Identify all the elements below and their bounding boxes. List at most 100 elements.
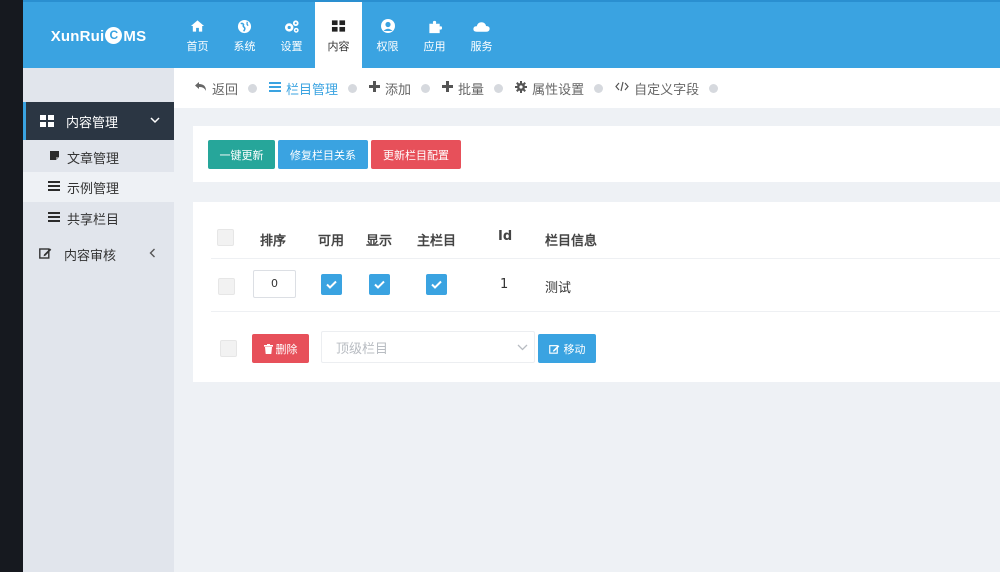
topnav-content-label: 内容 bbox=[327, 40, 350, 53]
sidebar-item-articles[interactable]: 文章管理 bbox=[23, 142, 174, 172]
crumb-label: 自定义字段 bbox=[634, 82, 700, 98]
topnav-services-label: 服务 bbox=[470, 40, 493, 53]
note-icon bbox=[47, 150, 61, 164]
grid-icon bbox=[331, 16, 346, 36]
move-button[interactable]: 移动 bbox=[538, 334, 596, 363]
select-placeholder: 顶级栏目 bbox=[336, 341, 389, 357]
display-toggle[interactable] bbox=[369, 274, 390, 295]
actions-panel: 一键更新 修复栏目关系 更新栏目配置 bbox=[193, 126, 1000, 182]
top-header: XunRui C MS 首页 系统 设置 内容 权限 应用 服务 bbox=[23, 0, 1000, 68]
crumb-back[interactable]: 返回 bbox=[194, 79, 238, 98]
sidebar-item-examples[interactable]: 示例管理 bbox=[23, 172, 174, 202]
crumb-category-management[interactable]: 栏目管理 bbox=[269, 79, 338, 98]
move-label: 移动 bbox=[563, 342, 586, 356]
update-all-button[interactable]: 一键更新 bbox=[208, 140, 275, 169]
delete-label: 删除 bbox=[275, 342, 298, 356]
list-icon bbox=[269, 81, 282, 95]
topnav-permissions-label: 权限 bbox=[376, 40, 399, 53]
app-window: XunRui C MS 首页 系统 设置 内容 权限 应用 服务 内容管理 文章… bbox=[23, 0, 1000, 572]
topnav-system[interactable]: 系统 bbox=[221, 2, 268, 68]
logo-text-post: MS bbox=[123, 27, 147, 45]
row-category-info[interactable]: 测试 bbox=[545, 277, 571, 296]
crumb-label: 返回 bbox=[212, 82, 239, 98]
column-header-display: 显示 bbox=[366, 234, 393, 249]
reply-icon bbox=[194, 81, 207, 95]
gears-icon bbox=[283, 16, 301, 36]
crumb-separator bbox=[248, 83, 258, 93]
user-circle-icon bbox=[380, 16, 396, 36]
order-input[interactable]: 0 bbox=[253, 270, 296, 298]
column-header-info: 栏目信息 bbox=[545, 234, 598, 249]
column-header-enabled: 可用 bbox=[318, 234, 345, 249]
sidebar-group-content-management[interactable]: 内容管理 bbox=[23, 102, 174, 140]
edit-icon bbox=[548, 344, 560, 354]
check-icon bbox=[374, 278, 385, 292]
column-header-main: 主栏目 bbox=[417, 234, 457, 249]
cog-icon bbox=[515, 80, 528, 96]
trash-icon bbox=[263, 343, 273, 354]
cloud-icon bbox=[472, 16, 491, 36]
crumb-label: 添加 bbox=[385, 82, 412, 98]
chevron-down-icon bbox=[150, 116, 160, 127]
crumb-label: 批量 bbox=[458, 82, 485, 98]
sidebar-group-label: 内容管理 bbox=[66, 115, 119, 131]
select-all-footer-checkbox[interactable] bbox=[220, 340, 237, 357]
crumb-separator bbox=[494, 83, 504, 93]
crumb-batch[interactable]: 批量 bbox=[442, 79, 484, 98]
logo-c-badge: C bbox=[105, 26, 123, 44]
divider bbox=[211, 258, 1000, 259]
sidebar-item-label: 示例管理 bbox=[67, 181, 120, 197]
brand-logo[interactable]: XunRui C MS bbox=[23, 2, 174, 70]
divider bbox=[211, 311, 1000, 312]
topnav-home-label: 首页 bbox=[186, 40, 209, 53]
topnav-apps-label: 应用 bbox=[423, 40, 446, 53]
sidebar-item-label: 文章管理 bbox=[67, 151, 120, 167]
enabled-toggle[interactable] bbox=[321, 274, 342, 295]
topnav-settings[interactable]: 设置 bbox=[268, 2, 315, 68]
sidebar-item-content-review[interactable]: 内容审核 bbox=[23, 239, 174, 269]
home-icon bbox=[190, 16, 205, 36]
repair-relations-button[interactable]: 修复栏目关系 bbox=[278, 140, 368, 169]
topnav-services[interactable]: 服务 bbox=[458, 2, 505, 68]
check-icon bbox=[326, 278, 337, 292]
crumb-attribute-settings[interactable]: 属性设置 bbox=[515, 79, 584, 98]
target-category-select[interactable]: 顶级栏目 bbox=[321, 331, 535, 363]
code-icon bbox=[615, 81, 629, 95]
category-table-panel: 排序 可用 显示 主栏目 Id 栏目信息 0 1 测试 删除 顶级栏目 移动 bbox=[193, 202, 1000, 382]
sidebar-item-label: 共享栏目 bbox=[67, 212, 120, 228]
topnav-settings-label: 设置 bbox=[280, 40, 303, 53]
crumb-custom-fields[interactable]: 自定义字段 bbox=[615, 79, 699, 98]
topnav-home[interactable]: 首页 bbox=[174, 2, 221, 68]
chevron-down-icon bbox=[517, 341, 528, 354]
crumb-add[interactable]: 添加 bbox=[369, 79, 411, 98]
crumb-label: 属性设置 bbox=[532, 82, 585, 98]
topnav-content[interactable]: 内容 bbox=[315, 2, 362, 68]
column-header-order: 排序 bbox=[260, 234, 287, 249]
crumb-separator bbox=[421, 83, 431, 93]
list-icon bbox=[47, 180, 61, 194]
update-config-button[interactable]: 更新栏目配置 bbox=[371, 140, 461, 169]
select-all-checkbox[interactable] bbox=[217, 229, 234, 246]
top-nav: 首页 系统 设置 内容 权限 应用 服务 bbox=[174, 2, 505, 68]
row-checkbox[interactable] bbox=[218, 278, 235, 295]
edit-icon bbox=[38, 247, 52, 262]
main-category-toggle[interactable] bbox=[426, 274, 447, 295]
active-pointer bbox=[174, 112, 183, 130]
chevron-left-icon bbox=[149, 248, 156, 261]
topnav-permissions[interactable]: 权限 bbox=[364, 2, 411, 68]
sidebar-item-label: 内容审核 bbox=[64, 248, 117, 264]
list-icon bbox=[47, 211, 61, 225]
crumb-label: 栏目管理 bbox=[286, 82, 339, 98]
plus-icon bbox=[442, 81, 454, 95]
topnav-apps[interactable]: 应用 bbox=[411, 2, 458, 68]
row-id: 1 bbox=[500, 277, 509, 292]
sidebar-item-shared-categories[interactable]: 共享栏目 bbox=[23, 203, 174, 233]
logo-text-pre: XunRui bbox=[50, 27, 105, 45]
crumb-separator bbox=[594, 83, 604, 93]
crumb-separator bbox=[348, 83, 358, 93]
crumb-separator bbox=[709, 83, 719, 93]
plus-icon bbox=[369, 81, 381, 95]
puzzle-icon bbox=[427, 16, 443, 36]
topnav-system-label: 系统 bbox=[233, 40, 256, 53]
delete-button[interactable]: 删除 bbox=[252, 334, 309, 363]
